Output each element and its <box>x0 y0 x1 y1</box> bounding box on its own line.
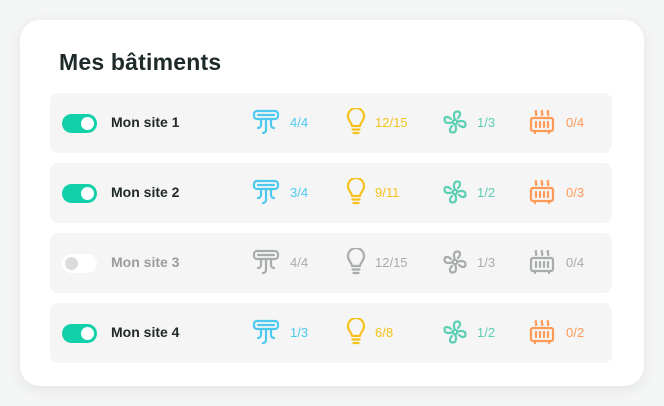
lighting-count: 6/8 <box>375 325 394 340</box>
lighting-count: 9/11 <box>375 185 400 200</box>
ventilation-count: 4/4 <box>290 115 309 130</box>
heating-count: 0/2 <box>566 325 585 340</box>
site-name: Mon site 1 <box>111 114 180 130</box>
radiator-icon <box>528 108 556 136</box>
site-row[interactable]: Mon site 3 4/4 12/15 1/3 0/4 <box>50 233 612 293</box>
site-row[interactable]: Mon site 2 3/4 9/11 1/2 0/3 <box>50 163 612 223</box>
fan-count: 1/3 <box>477 255 496 270</box>
site-toggle[interactable] <box>62 114 97 133</box>
site-name: Mon site 4 <box>111 324 180 340</box>
buildings-card: Mes bâtiments Mon site 1 4/4 12/15 1/3 0… <box>20 20 644 386</box>
ventilation-icon <box>252 248 280 276</box>
lighting-count: 12/15 <box>375 115 408 130</box>
heating-count: 0/4 <box>566 115 585 130</box>
lightbulb-icon <box>342 108 370 136</box>
ventilation-count: 4/4 <box>290 255 309 270</box>
toggle-knob <box>65 257 78 270</box>
lightbulb-icon <box>342 248 370 276</box>
fan-icon <box>441 108 469 136</box>
fan-icon <box>441 178 469 206</box>
lightbulb-icon <box>342 318 370 346</box>
ventilation-count: 3/4 <box>290 185 309 200</box>
radiator-icon <box>528 248 556 276</box>
site-toggle[interactable] <box>62 184 97 203</box>
ventilation-icon <box>252 318 280 346</box>
fan-count: 1/2 <box>477 325 496 340</box>
lightbulb-icon <box>342 178 370 206</box>
site-row[interactable]: Mon site 4 1/3 6/8 1/2 0/2 <box>50 303 612 363</box>
lighting-count: 12/15 <box>375 255 408 270</box>
fan-count: 1/3 <box>477 115 496 130</box>
site-row[interactable]: Mon site 1 4/4 12/15 1/3 0/4 <box>50 93 612 153</box>
radiator-icon <box>528 318 556 346</box>
toggle-knob <box>81 117 94 130</box>
ventilation-count: 1/3 <box>290 325 309 340</box>
page-title: Mes bâtiments <box>59 49 222 75</box>
toggle-knob <box>81 187 94 200</box>
site-toggle[interactable] <box>62 254 97 273</box>
site-name: Mon site 2 <box>111 184 180 200</box>
site-name: Mon site 3 <box>111 254 180 270</box>
fan-icon <box>441 318 469 346</box>
heating-count: 0/3 <box>566 185 585 200</box>
fan-count: 1/2 <box>477 185 496 200</box>
site-toggle[interactable] <box>62 324 97 343</box>
ventilation-icon <box>252 178 280 206</box>
fan-icon <box>441 248 469 276</box>
ventilation-icon <box>252 108 280 136</box>
toggle-knob <box>81 327 94 340</box>
heating-count: 0/4 <box>566 255 585 270</box>
radiator-icon <box>528 178 556 206</box>
